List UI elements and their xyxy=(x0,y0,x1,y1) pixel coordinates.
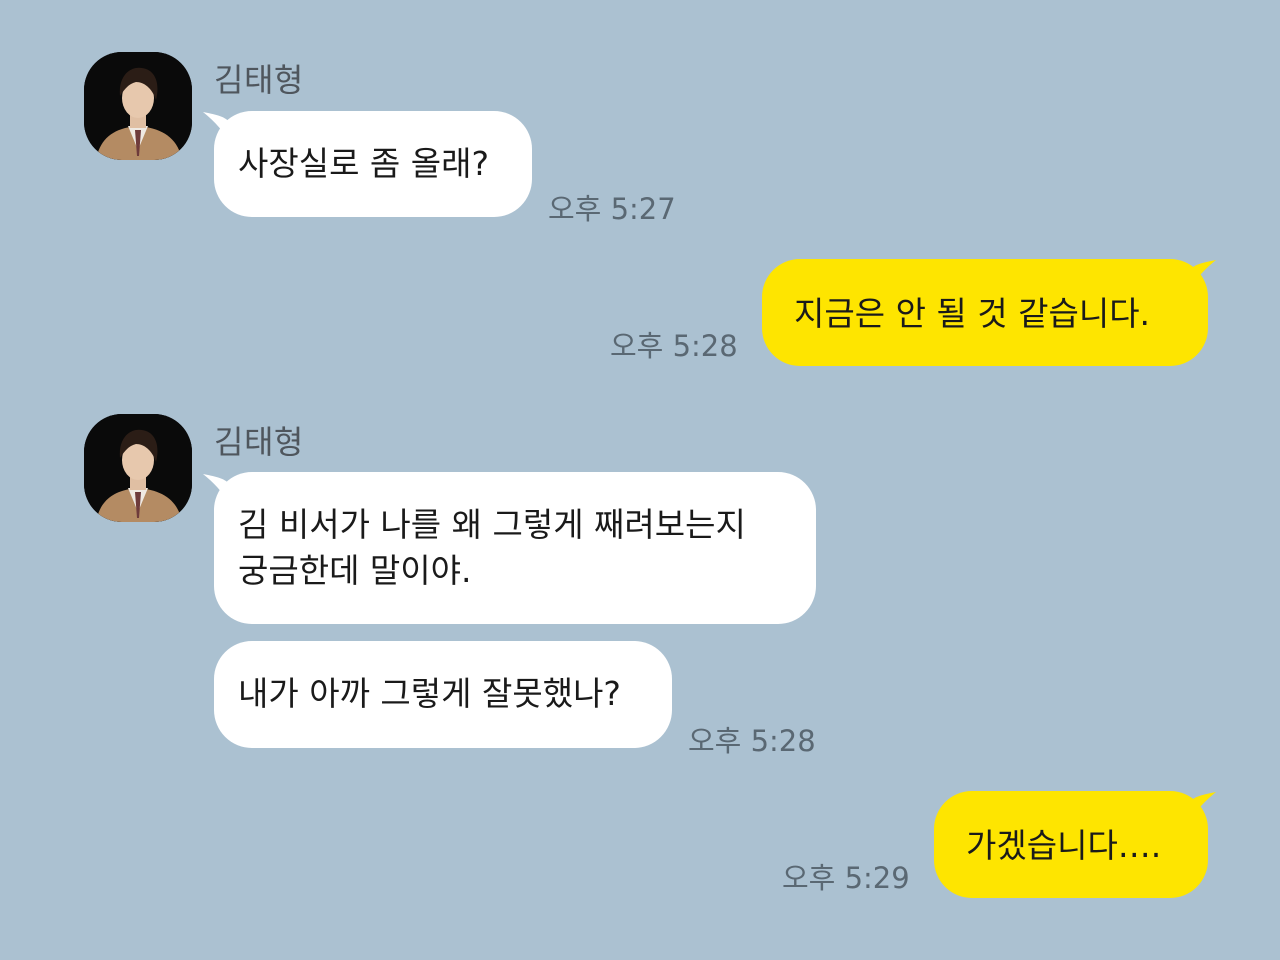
message-bubble-outgoing[interactable]: 지금은 안 될 것 같습니다. xyxy=(762,259,1208,366)
message-time: 오후 5:27 xyxy=(548,192,676,226)
message-time: 오후 5:28 xyxy=(610,329,738,363)
sender-name: 김태형 xyxy=(214,423,304,461)
message-text: 내가 아까 그렇게 잘못했나? xyxy=(238,674,621,713)
profile-photo-icon[interactable] xyxy=(84,52,192,160)
message-text: 사장실로 좀 올래? xyxy=(238,144,490,183)
profile-photo-icon[interactable] xyxy=(84,414,192,522)
message-bubble-incoming[interactable]: 김 비서가 나를 왜 그렇게 째려보는지 궁금한데 말이야. xyxy=(214,472,816,624)
bubble-tail xyxy=(1190,260,1216,290)
message-bubble-incoming[interactable]: 사장실로 좀 올래? xyxy=(214,111,532,217)
sender-name: 김태형 xyxy=(214,61,304,99)
bubble-tail xyxy=(1190,792,1216,822)
message-text: 지금은 안 될 것 같습니다. xyxy=(794,294,1151,333)
message-text: 가겠습니다…. xyxy=(966,826,1162,865)
message-bubble-incoming[interactable]: 내가 아까 그렇게 잘못했나? xyxy=(214,641,672,748)
message-text-line: 궁금한데 말이야. xyxy=(238,551,472,590)
message-time: 오후 5:29 xyxy=(782,861,910,895)
message-bubble-outgoing[interactable]: 가겠습니다…. xyxy=(934,791,1208,898)
chat-room[interactable]: 김태형 사장실로 좀 올래? 오후 5:27 오후 5:28 지금은 안 될 것… xyxy=(0,0,1280,960)
message-time: 오후 5:28 xyxy=(688,724,816,758)
message-text-line: 김 비서가 나를 왜 그렇게 째려보는지 xyxy=(238,505,746,544)
